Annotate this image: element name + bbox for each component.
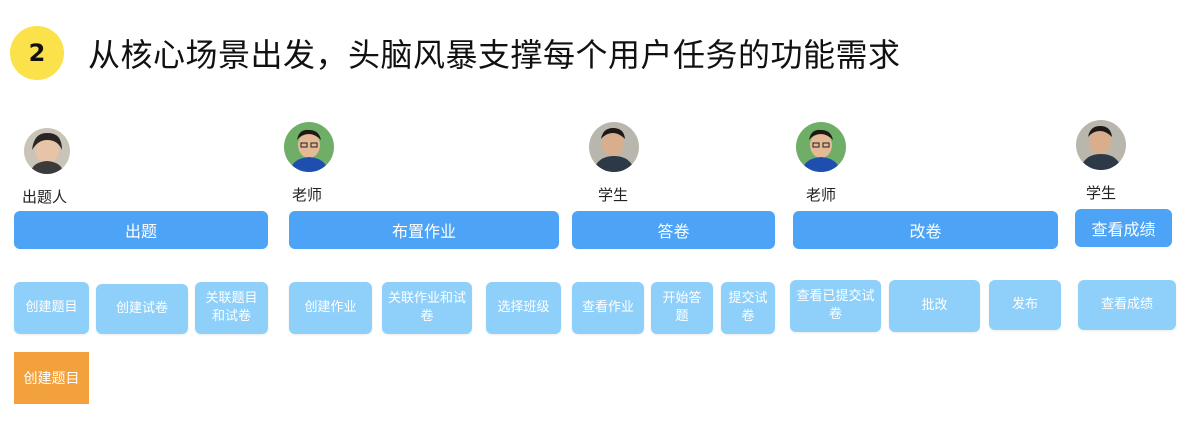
- role-label-student-2: 学生: [1086, 184, 1117, 202]
- role-label-question-setter: 出题人: [22, 188, 68, 206]
- role-label-teacher-2: 老师: [806, 186, 837, 204]
- task-link-homework-paper[interactable]: 关联作业和试卷: [382, 282, 472, 334]
- task-view-homework[interactable]: 查看作业: [572, 282, 644, 334]
- task-start-answering[interactable]: 开始答题: [651, 282, 713, 334]
- role-label-student-1: 学生: [598, 186, 629, 204]
- phase-grade-paper[interactable]: 改卷: [793, 211, 1058, 249]
- task-link-question-paper[interactable]: 关联题目和试卷: [195, 282, 268, 334]
- task-publish[interactable]: 发布: [989, 280, 1061, 330]
- avatar-teacher-1: [284, 122, 334, 172]
- task-submit-paper[interactable]: 提交试卷: [721, 282, 775, 334]
- task-create-question[interactable]: 创建题目: [14, 282, 89, 334]
- avatar-student-1: [589, 122, 639, 172]
- avatar-teacher-2: [796, 122, 846, 172]
- phase-assign-homework[interactable]: 布置作业: [289, 211, 559, 249]
- sticky-note-create-question[interactable]: 创建题目: [14, 352, 89, 404]
- phase-answer-paper[interactable]: 答卷: [572, 211, 775, 249]
- page-title: 从核心场景出发，头脑风暴支撑每个用户任务的功能需求: [88, 36, 901, 74]
- avatar-student-2: [1076, 120, 1126, 170]
- task-create-homework[interactable]: 创建作业: [289, 282, 372, 334]
- task-select-class[interactable]: 选择班级: [486, 282, 561, 334]
- avatar-question-setter: [24, 128, 70, 174]
- task-create-paper[interactable]: 创建试卷: [96, 284, 188, 334]
- phase-view-scores[interactable]: 查看成绩: [1075, 209, 1172, 247]
- task-grade[interactable]: 批改: [889, 280, 980, 332]
- task-view-submitted-papers[interactable]: 查看已提交试卷: [790, 280, 881, 332]
- step-number-badge: 2: [10, 26, 64, 80]
- phase-create-questions[interactable]: 出题: [14, 211, 268, 249]
- role-label-teacher-1: 老师: [292, 186, 323, 204]
- task-view-scores[interactable]: 查看成绩: [1078, 280, 1176, 330]
